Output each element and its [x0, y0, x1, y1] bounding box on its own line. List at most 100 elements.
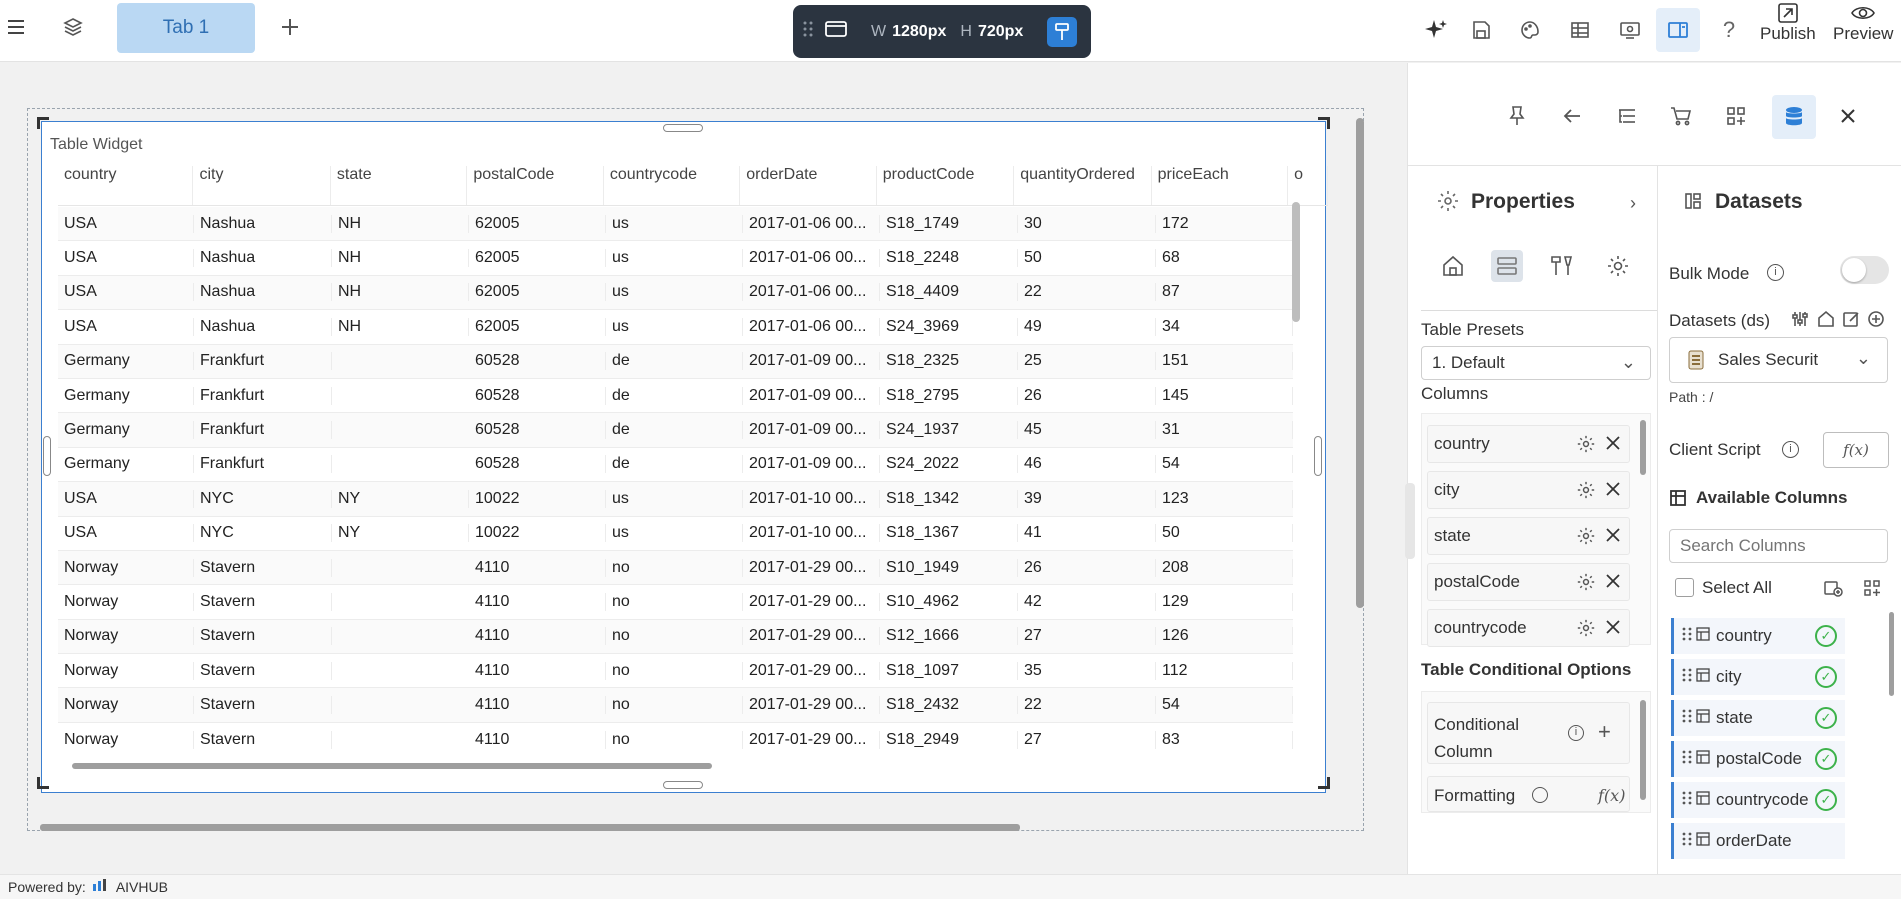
- search-columns-input[interactable]: [1669, 529, 1888, 563]
- height-value[interactable]: 720px: [978, 23, 1023, 41]
- table-row[interactable]: USA NYC NY 10022 us 2017-01-10 00... S18_1367 4…: [58, 517, 1293, 551]
- table-cell[interactable]: S18_2248: [880, 249, 1018, 268]
- header-cell[interactable]: productCode: [877, 166, 1015, 205]
- table-cell[interactable]: 2017-01-29 00...: [743, 696, 880, 715]
- resize-corner[interactable]: [37, 117, 49, 129]
- gear-icon[interactable]: [1577, 481, 1595, 504]
- client-script-button[interactable]: f(x): [1823, 432, 1889, 468]
- table-cell[interactable]: 4110: [469, 730, 606, 749]
- table-cell[interactable]: S24_1937: [880, 421, 1018, 440]
- table-cell[interactable]: S18_1367: [880, 524, 1018, 543]
- table-cell[interactable]: de: [606, 386, 743, 405]
- home-icon[interactable]: [1441, 254, 1465, 283]
- drag-handle-icon[interactable]: [1682, 708, 1692, 729]
- table-icon[interactable]: [1562, 0, 1598, 60]
- table-cell[interactable]: 4110: [469, 696, 606, 715]
- table-cell[interactable]: Norway: [58, 661, 194, 680]
- table-cell[interactable]: S10_4962: [880, 592, 1018, 611]
- table-cell[interactable]: 60528: [469, 386, 606, 405]
- info-icon[interactable]: i: [1767, 264, 1784, 281]
- table-cell[interactable]: USA: [58, 524, 194, 543]
- drag-handle-icon[interactable]: [1682, 667, 1692, 688]
- add-circle-icon[interactable]: [1867, 310, 1885, 333]
- panel-resize-handle[interactable]: [1405, 483, 1415, 559]
- table-cell[interactable]: Frankfurt: [194, 455, 332, 474]
- table-cell[interactable]: NH: [332, 214, 469, 233]
- select-all-checkbox[interactable]: [1675, 578, 1694, 597]
- table-cell[interactable]: Nashua: [194, 317, 332, 336]
- table-cell[interactable]: S18_2432: [880, 696, 1018, 715]
- available-column-item[interactable]: postalCode ✓: [1671, 741, 1845, 777]
- table-cell[interactable]: Stavern: [194, 558, 332, 577]
- gear-icon[interactable]: [1577, 435, 1595, 458]
- table-row[interactable]: Norway Stavern 4110 no 2017-01-29 00... S18_1…: [58, 654, 1293, 689]
- table-cell[interactable]: Germany: [58, 455, 194, 474]
- paint-format-icon[interactable]: [1047, 17, 1077, 47]
- table-row[interactable]: Germany Frankfurt 60528 de 2017-01-09 00... S…: [58, 379, 1293, 414]
- remove-icon[interactable]: [1605, 481, 1621, 502]
- table-vertical-scrollbar[interactable]: [1292, 202, 1300, 322]
- table-cell[interactable]: us: [606, 317, 743, 336]
- header-cell[interactable]: postalCode: [467, 166, 604, 205]
- table-cell[interactable]: S18_1749: [880, 214, 1018, 233]
- settings-icon[interactable]: [1606, 254, 1630, 283]
- table-row[interactable]: Germany Frankfurt 60528 de 2017-01-09 00... S…: [58, 413, 1293, 448]
- table-cell[interactable]: 62005: [469, 249, 606, 268]
- table-cell[interactable]: 27: [1018, 627, 1156, 646]
- header-cell[interactable]: quantityOrdered: [1014, 166, 1152, 205]
- drag-handle-icon[interactable]: [1682, 831, 1692, 852]
- table-cell[interactable]: S24_3969: [880, 317, 1018, 336]
- table-cell[interactable]: S18_2949: [880, 730, 1018, 749]
- header-cell[interactable]: priceEach: [1152, 166, 1289, 205]
- table-cell[interactable]: 22: [1018, 696, 1156, 715]
- drag-handle-icon[interactable]: [1682, 790, 1692, 811]
- column-item-country[interactable]: country: [1427, 425, 1630, 463]
- table-cell[interactable]: Stavern: [194, 696, 332, 715]
- table-cell[interactable]: 2017-01-10 00...: [743, 524, 880, 543]
- table-cell[interactable]: 25: [1018, 352, 1156, 371]
- available-column-item[interactable]: country ✓: [1671, 618, 1845, 654]
- canvas-horizontal-scrollbar[interactable]: [40, 824, 1020, 831]
- column-item-countrycode[interactable]: countrycode: [1427, 609, 1630, 647]
- table-cell[interactable]: USA: [58, 317, 194, 336]
- table-row[interactable]: Norway Stavern 4110 no 2017-01-29 00... S10_4…: [58, 585, 1293, 620]
- formula-icon[interactable]: f(x): [1598, 786, 1625, 805]
- table-cell[interactable]: 2017-01-09 00...: [743, 421, 880, 440]
- table-cell[interactable]: 172: [1156, 214, 1293, 233]
- table-cell[interactable]: Stavern: [194, 592, 332, 611]
- table-cell[interactable]: USA: [58, 214, 194, 233]
- gear-icon[interactable]: [1577, 527, 1595, 550]
- header-cell[interactable]: city: [193, 166, 331, 205]
- table-cell[interactable]: us: [606, 214, 743, 233]
- table-cell[interactable]: 145: [1156, 386, 1293, 405]
- table-cell[interactable]: 68: [1156, 249, 1293, 268]
- table-cell[interactable]: 126: [1156, 627, 1293, 646]
- resize-corner[interactable]: [1318, 777, 1330, 789]
- column-item-postalcode[interactable]: postalCode: [1427, 563, 1630, 601]
- table-cell[interactable]: NY: [332, 489, 469, 508]
- add-tab-icon[interactable]: [273, 10, 307, 44]
- table-cell[interactable]: S10_1949: [880, 558, 1018, 577]
- table-cell[interactable]: S18_4409: [880, 283, 1018, 302]
- table-cell[interactable]: us: [606, 249, 743, 268]
- chevron-right-icon[interactable]: ›: [1630, 193, 1636, 214]
- column-item-state[interactable]: state: [1427, 517, 1630, 555]
- ai-sparkle-icon[interactable]: [1418, 0, 1454, 60]
- table-cell[interactable]: us: [606, 524, 743, 543]
- back-arrow-icon[interactable]: [1552, 96, 1592, 136]
- table-cell[interactable]: Norway: [58, 730, 194, 749]
- style-icon[interactable]: [1549, 254, 1575, 283]
- table-cell[interactable]: no: [606, 730, 743, 749]
- table-row[interactable]: Germany Frankfurt 60528 de 2017-01-09 00... S…: [58, 344, 1293, 379]
- header-cell[interactable]: o: [1288, 166, 1328, 205]
- palette-icon[interactable]: [1512, 0, 1548, 60]
- resize-handle-top[interactable]: [663, 124, 703, 132]
- tree-list-icon[interactable]: [1607, 96, 1647, 136]
- tab-1[interactable]: Tab 1: [117, 3, 255, 53]
- table-cell[interactable]: 39: [1018, 489, 1156, 508]
- table-cell[interactable]: us: [606, 489, 743, 508]
- table-cell[interactable]: 2017-01-29 00...: [743, 730, 880, 749]
- table-cell[interactable]: no: [606, 558, 743, 577]
- table-cell[interactable]: 54: [1156, 696, 1293, 715]
- table-presets-select[interactable]: 1. Default ⌄: [1421, 346, 1651, 380]
